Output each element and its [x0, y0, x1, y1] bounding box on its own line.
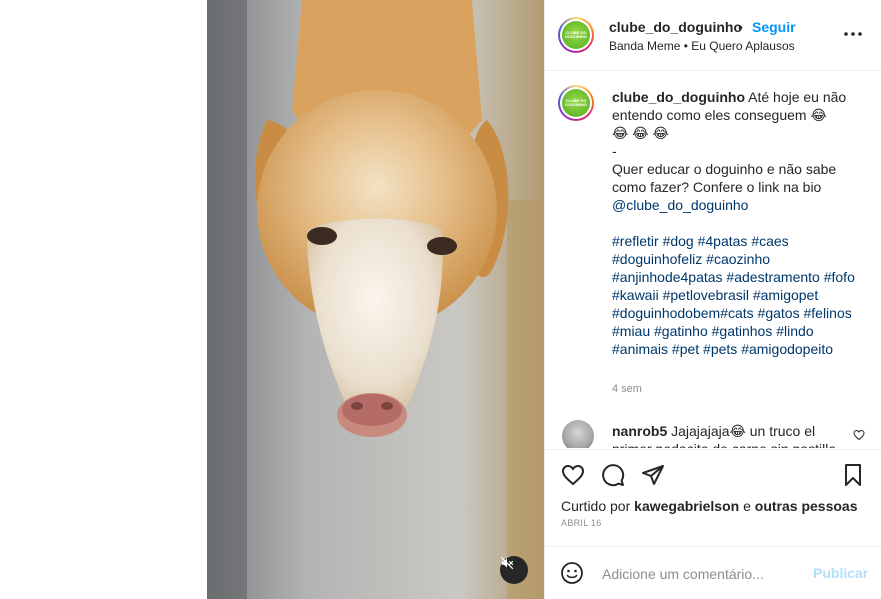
caption-username[interactable]: clube_do_doguinho [612, 89, 745, 105]
save-button[interactable] [841, 463, 867, 489]
follow-button[interactable]: Seguir [752, 19, 796, 35]
likes-prefix: Curtido por [561, 498, 631, 514]
commenter-avatar[interactable] [562, 420, 594, 448]
heart-icon [561, 464, 585, 486]
more-options-button[interactable] [843, 24, 863, 44]
header-username[interactable]: clube_do_doguinho [609, 19, 742, 35]
action-bar: Curtido por kawegabrielson e outras pess… [545, 449, 881, 546]
post-panel: CLUBE DO DOGUINHO clube_do_doguinho • Se… [544, 0, 881, 599]
like-comment-button[interactable] [853, 428, 865, 446]
like-button[interactable] [561, 463, 587, 489]
mute-icon [500, 556, 514, 570]
share-button[interactable] [641, 463, 667, 489]
caption-line-2: 😂 😂 😂 [612, 125, 669, 141]
caption-line-4: Quer educar o doguinho e não sabe como f… [612, 161, 837, 195]
caption-logo-text: CLUBE DO DOGUINHO [565, 98, 587, 107]
comments-section[interactable]: CLUBE DO DOGUINHO clube_do_doguinho Até … [545, 72, 881, 448]
likes-user-link[interactable]: kawegabrielson [634, 498, 739, 514]
page-background-left [0, 0, 207, 599]
share-icon [642, 465, 664, 485]
likes-summary: Curtido por kawegabrielson e outras pess… [561, 498, 858, 514]
dog-image [207, 0, 544, 599]
caption-avatar[interactable]: CLUBE DO DOGUINHO [558, 85, 594, 121]
likes-middle: e [743, 498, 751, 514]
comment-icon [602, 464, 625, 487]
brand-logo: CLUBE DO DOGUINHO [562, 21, 590, 49]
like-comment-icon [853, 429, 865, 441]
post-date[interactable]: ABRIL 16 [561, 518, 602, 528]
comment-item: nanrob5 Jajajajaja😂 un truco el primer p… [612, 422, 848, 448]
caption-line-3: - [612, 143, 617, 159]
more-icon [844, 32, 862, 36]
post-video[interactable] [207, 0, 544, 599]
header-separator: • [738, 19, 743, 35]
profile-avatar[interactable]: CLUBE DO DOGUINHO [558, 17, 594, 53]
comment-button[interactable] [601, 463, 627, 489]
audio-attribution[interactable]: Banda Meme • Eu Quero Aplausos [609, 39, 795, 53]
post-caption: clube_do_doguinho Até hoje eu não entend… [612, 88, 862, 358]
emoji-icon [561, 562, 583, 584]
caption-timestamp[interactable]: 4 sem [612, 383, 642, 395]
caption-brand-logo: CLUBE DO DOGUINHO [562, 89, 590, 117]
comment-input[interactable] [600, 559, 804, 589]
likes-others-link[interactable]: outras pessoas [755, 498, 858, 514]
post-header: CLUBE DO DOGUINHO clube_do_doguinho • Se… [545, 0, 881, 71]
caption-hashtags[interactable]: #refletir #dog #4patas #caes #doguinhofe… [612, 233, 855, 357]
caption-mention-link[interactable]: @clube_do_doguinho [612, 197, 748, 213]
publish-button[interactable]: Publicar [813, 565, 868, 581]
comment-composer: Publicar [545, 546, 881, 599]
bookmark-icon [845, 464, 861, 486]
logo-text: CLUBE DO DOGUINHO [565, 30, 587, 39]
mute-button[interactable] [500, 556, 528, 584]
emoji-button[interactable] [560, 561, 586, 587]
comment-username[interactable]: nanrob5 [612, 423, 667, 439]
